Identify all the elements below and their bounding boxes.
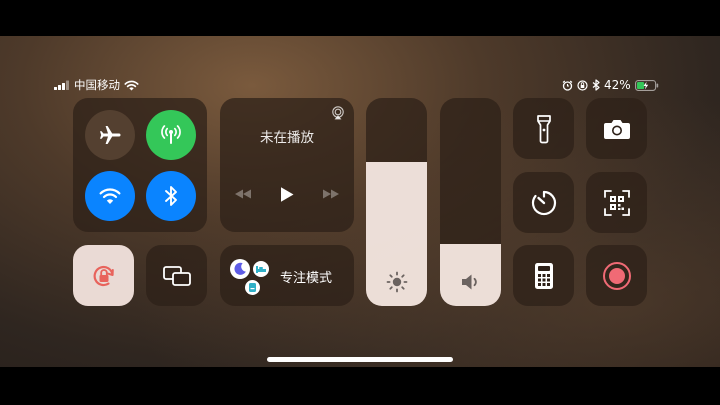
brightness-slider[interactable]: [366, 98, 427, 306]
timer-button[interactable]: [513, 172, 574, 233]
volume-slider[interactable]: [440, 98, 501, 306]
airplane-mode-button[interactable]: [85, 110, 135, 160]
status-right: 42%: [562, 78, 659, 92]
qr-scanner-icon: [603, 189, 631, 217]
cellular-data-button[interactable]: [146, 110, 196, 160]
record-icon: [602, 261, 632, 291]
wifi-button[interactable]: [85, 171, 135, 221]
rotation-lock-status-icon: [577, 79, 588, 91]
speaker-icon: [459, 272, 483, 292]
battery-icon: [634, 79, 659, 91]
bed-icon: [253, 261, 269, 277]
screen-mirroring-button[interactable]: [146, 245, 207, 306]
badge-icon: [245, 280, 260, 295]
flashlight-icon: [536, 114, 552, 144]
orientation-lock-icon: [90, 262, 118, 290]
carrier-label: 中国移动: [74, 78, 120, 92]
cellular-antenna-icon: [159, 123, 183, 147]
orientation-lock-button[interactable]: [73, 245, 134, 306]
screen-mirroring-icon: [162, 264, 192, 288]
status-left: 中国移动: [54, 78, 139, 92]
battery-percent: 42%: [604, 78, 631, 92]
now-playing-tile[interactable]: 未在播放: [220, 98, 354, 232]
wifi-icon: [98, 186, 122, 206]
bluetooth-icon: [163, 184, 179, 208]
now-playing-title: 未在播放: [260, 130, 314, 146]
signal-icon: [54, 80, 70, 90]
calculator-icon: [534, 262, 554, 290]
alarm-icon: [562, 80, 573, 91]
moon-icon: [230, 259, 250, 279]
screen-recording-button[interactable]: [586, 245, 647, 306]
next-icon[interactable]: [322, 188, 340, 200]
wifi-status-icon: [124, 80, 139, 91]
flashlight-button[interactable]: [513, 98, 574, 159]
timer-icon: [530, 189, 558, 217]
bluetooth-status-icon: [592, 79, 600, 91]
sun-icon: [385, 270, 409, 294]
previous-icon[interactable]: [234, 188, 252, 200]
camera-icon: [603, 118, 631, 140]
focus-mode-label: 专注模式: [280, 271, 333, 286]
calculator-button[interactable]: [513, 245, 574, 306]
bluetooth-button[interactable]: [146, 171, 196, 221]
control-center: 中国移动 42% 未在播放 专注模式: [0, 36, 720, 367]
connectivity-tile: [73, 98, 207, 232]
airplane-icon: [98, 123, 122, 147]
airplay-icon[interactable]: [331, 106, 345, 120]
home-indicator[interactable]: [267, 357, 453, 362]
focus-mode-tile[interactable]: 专注模式: [220, 245, 354, 306]
camera-button[interactable]: [586, 98, 647, 159]
play-icon[interactable]: [279, 186, 295, 203]
qr-scanner-button[interactable]: [586, 172, 647, 233]
